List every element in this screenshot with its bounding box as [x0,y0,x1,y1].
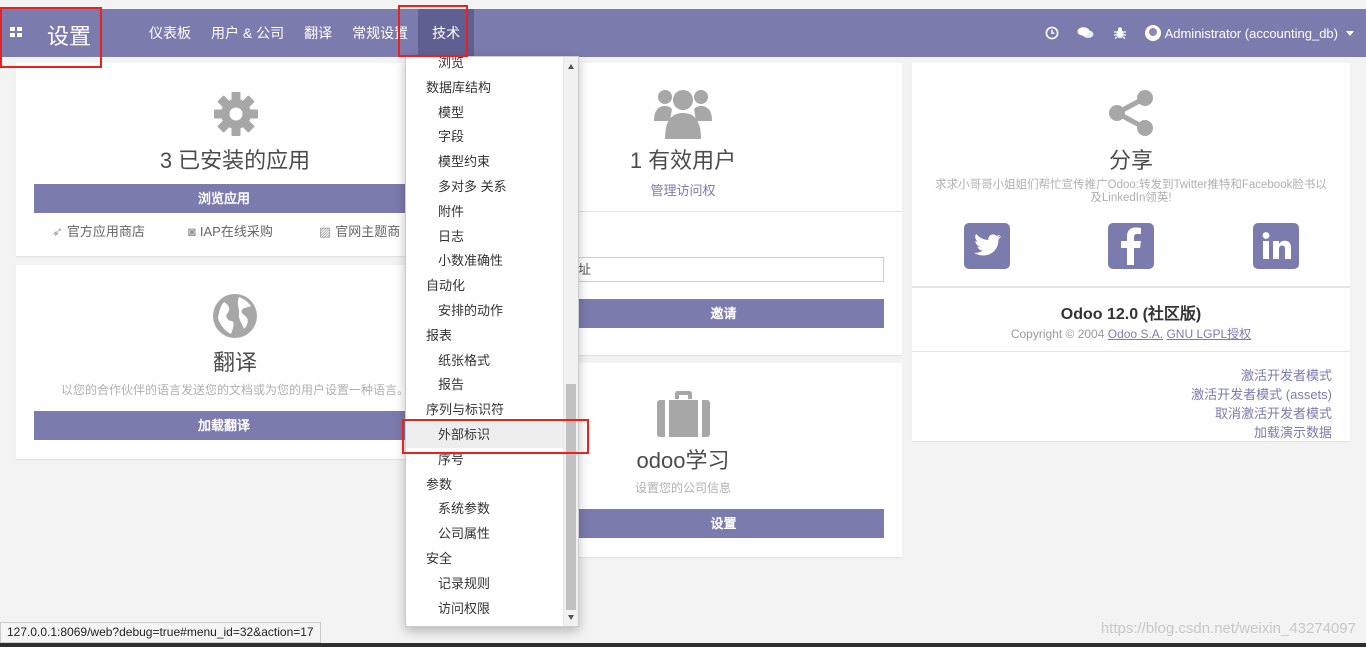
dropdown-item-model-constraints[interactable]: 模型约束 [406,150,564,175]
systray: Administrator (accounting_db) [1035,9,1366,57]
activate-dev-mode-assets-link[interactable]: 激活开发者模式 (assets) [1191,385,1332,404]
translation-description: 以您的合作伙伴的语言发送您的文档或为您的用户设置一种语言。 [60,383,409,397]
divider [563,211,902,212]
dropdown-item-many2many-relations[interactable]: 多对多 关系 [406,175,564,200]
dropdown-item-logging[interactable]: 日志 [406,225,564,250]
highlight-external-identifiers [402,419,589,454]
twitter-icon[interactable] [964,223,1010,269]
dropdown-header-security: 安全 [426,551,453,566]
developer-links: 激活开发者模式 激活开发者模式 (assets) 取消激活开发者模式 加载演示数… [1191,366,1332,442]
invite-email-placeholder: 址 [578,262,592,277]
highlight-technical-menu [398,5,468,57]
apps-card: 3 已安装的应用 浏览应用 ➶ 官方应用商店 ◙ IAP在线采购 ▨ 官网主题商 [16,63,414,256]
about-card: Odoo 12.0 (社区版) Copyright © 2004 Odoo S.… [912,287,1350,441]
menu-users-companies[interactable]: 用户 & 公司 [201,9,294,57]
divider [912,287,1350,288]
dropdown-item-paper-format[interactable]: 纸张格式 [406,349,564,374]
linkedin-icon[interactable] [1253,223,1299,269]
dropdown-item-scheduled-actions[interactable]: 安排的动作 [406,299,564,324]
bottom-edge [0,643,1366,647]
menu-translations[interactable]: 翻译 [294,9,342,57]
app-store-link[interactable]: ➶ 官方应用商店 [52,221,145,240]
license-link[interactable]: GNU LGPL授权 [1166,327,1251,341]
gear-icon [213,91,259,142]
watermark-text: https://blog.csdn.net/weixin_43274097 [1100,620,1356,637]
facebook-icon[interactable] [1108,223,1154,269]
user-menu[interactable]: Administrator (accounting_db) [1137,25,1366,41]
dropdown-header-parameters: 参数 [426,476,453,492]
share-description: 求求小哥哥小姐姐们帮忙宣传推广Odoo:转发到Twitter推特和Faceboo… [935,179,1327,204]
dropdown-item-access-rights[interactable]: 访问权限 [406,597,564,622]
load-translation-button[interactable]: 加载翻译 [34,411,414,440]
dropdown-item-fields[interactable]: 字段 [406,125,564,150]
browser-status-url: 127.0.0.1:8069/web?debug=true#menu_id=32… [0,622,321,643]
invite-button[interactable]: 邀请 [563,299,884,328]
dropdown-item-browse[interactable]: 浏览 [406,57,564,76]
company-title: odoo学习 [636,448,730,473]
user-name: Administrator (accounting_db) [1164,25,1338,41]
divider [912,351,1350,352]
menu-dashboard[interactable]: 仪表板 [139,9,201,57]
translation-title: 翻译 [212,350,257,375]
rocket-icon: ➶ [52,224,63,239]
users-icon [654,87,712,144]
dropdown-item-attachments[interactable]: 附件 [406,200,564,225]
odoo-version: Odoo 12.0 (社区版) [1060,306,1202,323]
share-card: 分享 求求小哥哥小姐姐们帮忙宣传推广Odoo:转发到Twitter推特和Face… [912,63,1350,286]
deactivate-dev-mode-link[interactable]: 取消激活开发者模式 [1191,404,1332,423]
scroll-up-arrow-icon[interactable] [568,64,574,69]
image-icon: ▨ [319,224,332,239]
highlight-settings-title [0,7,102,68]
company-settings-button[interactable]: 设置 [563,509,884,538]
themes-link[interactable]: ▨ 官网主题商 [319,221,400,240]
iap-link[interactable]: ◙ IAP在线采购 [188,221,273,240]
dropdown-header-database-structure: 数据库结构 [426,79,492,95]
copyright: Copyright © 2004 Odoo S.A. GNU LGPL授权 [1010,327,1252,341]
share-title: 分享 [1108,148,1153,173]
load-demo-data-link[interactable]: 加载演示数据 [1191,423,1332,442]
clock-icon[interactable] [1035,9,1069,57]
activate-dev-mode-link[interactable]: 激活开发者模式 [1191,366,1332,385]
globe-icon [212,293,258,344]
top-navbar: 设置 仪表板 用户 & 公司 翻译 常规设置 技术 Administrator … [0,9,1366,57]
active-users-count: 1 有效用户 [629,148,737,173]
manage-access-link[interactable]: 管理访问权 [563,180,803,199]
company-card: odoo学习 设置您的公司信息 设置 [563,363,902,557]
odoo-sa-link[interactable]: Odoo S.A. [1108,327,1163,341]
scrollbar-thumb[interactable] [566,384,576,610]
chevron-down-icon [1346,30,1354,36]
browse-apps-button[interactable]: 浏览应用 [34,184,414,213]
dropdown-header-automation: 自动化 [426,278,466,294]
scroll-down-arrow-icon[interactable] [568,615,574,620]
dropdown-item-models[interactable]: 模型 [406,101,564,126]
dropdown-item-decimal-accuracy[interactable]: 小数准确性 [406,249,564,274]
camera-icon: ◙ [188,224,196,239]
dropdown-item-company-properties[interactable]: 公司属性 [406,522,564,547]
dropdown-header-reporting: 报表 [426,327,453,343]
dropdown-item-reports[interactable]: 报告 [406,373,564,398]
chat-icon[interactable] [1069,9,1103,57]
share-icon [1107,90,1155,141]
dropdown-item-system-parameters[interactable]: 系统参数 [406,497,564,522]
company-description: 设置您的公司信息 [634,481,731,495]
invite-email-input[interactable]: 址 [563,257,884,282]
dropdown-item-record-rules[interactable]: 记录规则 [406,572,564,597]
dropdown-scrollbar[interactable] [563,57,578,626]
debug-bug-icon[interactable] [1103,9,1137,57]
avatar [1144,25,1161,41]
technical-dropdown-menu: 浏览 数据库结构 模型 字段 模型约束 多对多 关系 附件 日志 小数准确性 自… [405,56,579,627]
briefcase-icon [657,391,710,442]
users-card: 1 有效用户 管理访问权 址 邀请 [563,63,902,355]
translation-card: 翻译 以您的合作伙伴的语言发送您的文档或为您的用户设置一种语言。 加载翻译 [16,265,414,459]
installed-apps-count: 3 已安装的应用 [159,148,311,173]
